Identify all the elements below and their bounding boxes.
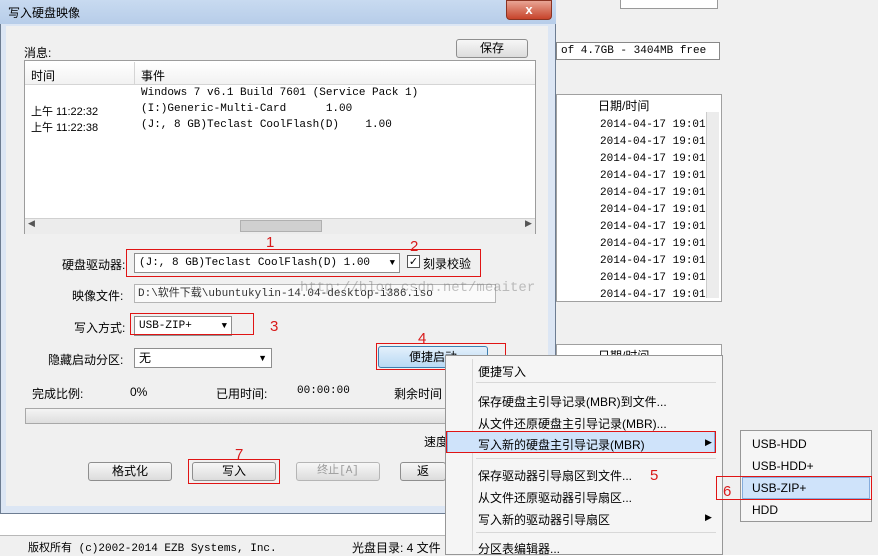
dialog-title: 写入硬盘映像 bbox=[8, 6, 81, 20]
bg-date-item: 2014-04-17 19:01 bbox=[600, 255, 706, 267]
close-button[interactable]: x bbox=[506, 0, 552, 20]
menu-item-partition-editor[interactable]: 分区表编辑器... bbox=[478, 540, 560, 557]
log-header-row bbox=[25, 62, 535, 85]
menu-gutter bbox=[472, 359, 473, 551]
watermark: http://blog.csdn.net/meaiter bbox=[300, 280, 536, 296]
stop-button[interactable]: 终止[A] bbox=[296, 462, 380, 481]
submenu-item-usb-hdd-plus[interactable]: USB-HDD+ bbox=[752, 459, 814, 473]
title-bar[interactable] bbox=[0, 0, 556, 24]
write-mode-label: 写入方式: bbox=[74, 321, 126, 335]
log-row-event: Windows 7 v6.1 Build 7601 (Service Pack … bbox=[141, 87, 419, 99]
scroll-right-arrow-icon[interactable]: ▶ bbox=[525, 218, 532, 229]
menu-item-write-mbr[interactable]: 写入新的硬盘主引导记录(MBR) bbox=[478, 436, 645, 453]
format-button[interactable]: 格式化 bbox=[88, 462, 172, 481]
messages-label: 消息: bbox=[24, 46, 52, 60]
menu-item-save-boot-sector[interactable]: 保存驱动器引导扇区到文件... bbox=[478, 467, 632, 484]
menu-item-quick-write[interactable]: 便捷写入 bbox=[478, 363, 526, 380]
capacity-bar: of 4.7GB - 3404MB free bbox=[556, 42, 720, 60]
menu-item-restore-boot-sector[interactable]: 从文件还原驱动器引导扇区... bbox=[478, 489, 632, 506]
highlight-box-7 bbox=[188, 459, 280, 484]
hidden-partition-select[interactable]: 无 ▼ bbox=[134, 348, 272, 368]
disk-drive-label: 硬盘驱动器: bbox=[62, 258, 126, 272]
log-header-time: 时间 bbox=[31, 69, 56, 83]
menu-separator bbox=[476, 532, 716, 533]
progress-label: 完成比例: bbox=[32, 387, 84, 401]
bg-date-item: 2014-04-17 19:01 bbox=[600, 221, 706, 233]
disc-directory-text: 光盘目录: 4 文件 bbox=[352, 541, 441, 555]
log-scroll-thumb[interactable] bbox=[240, 220, 322, 232]
log-row-time: 上午 11:22:32 bbox=[31, 106, 99, 118]
elapsed-label: 已用时间: bbox=[216, 387, 268, 401]
log-row-event: (J:, 8 GB)Teclast CoolFlash(D) 1.00 bbox=[141, 119, 392, 131]
submenu-item-usb-zip-plus[interactable]: USB-ZIP+ bbox=[752, 481, 806, 495]
bg-date-item: 2014-04-17 19:01 bbox=[600, 136, 706, 148]
menu-separator bbox=[476, 382, 716, 383]
menu-item-write-boot-sector[interactable]: 写入新的驱动器引导扇区 bbox=[478, 511, 610, 528]
scroll-left-arrow-icon[interactable]: ◀ bbox=[28, 218, 35, 229]
submenu-item-usb-hdd[interactable]: USB-HDD bbox=[752, 437, 807, 451]
progress-value: 0% bbox=[130, 385, 148, 399]
annotation-6: 6 bbox=[723, 483, 732, 500]
annotation-3: 3 bbox=[270, 318, 279, 335]
log-row-time: 上午 11:22:38 bbox=[31, 122, 99, 134]
bg-toolbar-fragment bbox=[620, 0, 718, 9]
bg-date-header: 日期/时间 bbox=[598, 99, 650, 113]
bg-date-item: 2014-04-17 19:01 bbox=[600, 272, 706, 284]
log-row-event: (I:)Generic-Multi-Card 1.00 bbox=[141, 103, 353, 115]
log-header-event: 事件 bbox=[141, 69, 166, 83]
bg-date-item: 2014-04-17 19:01 bbox=[600, 170, 706, 182]
annotation-5: 5 bbox=[650, 467, 659, 484]
bg-date-item: 2014-04-17 19:01 bbox=[600, 187, 706, 199]
bg-date-item: 2014-04-17 19:01 bbox=[600, 204, 706, 216]
return-button[interactable]: 返 bbox=[400, 462, 446, 481]
elapsed-value: 00:00:00 bbox=[297, 385, 350, 397]
annotation-2: 2 bbox=[410, 238, 419, 255]
menu-item-save-mbr[interactable]: 保存硬盘主引导记录(MBR)到文件... bbox=[478, 393, 667, 410]
submenu-item-hdd[interactable]: HDD bbox=[752, 503, 778, 517]
hidden-partition-value: 无 bbox=[139, 351, 152, 365]
hidden-partition-label: 隐藏启动分区: bbox=[48, 353, 124, 367]
highlight-box-3 bbox=[130, 313, 254, 335]
save-button[interactable]: 保存 bbox=[456, 39, 528, 58]
log-header-divider bbox=[134, 62, 135, 84]
menu-separator bbox=[476, 458, 716, 459]
annotation-4: 4 bbox=[418, 330, 427, 347]
remaining-label: 剩余时间 bbox=[394, 387, 443, 401]
bg-date-item: 2014-04-17 19:01 bbox=[600, 153, 706, 165]
submenu-arrow-icon: ▶ bbox=[705, 512, 712, 522]
annotation-7: 7 bbox=[235, 446, 244, 463]
bg-date-item: 2014-04-17 19:01 bbox=[600, 289, 706, 301]
submenu-arrow-icon: ▶ bbox=[705, 437, 712, 447]
highlight-box-1 bbox=[126, 249, 481, 277]
copyright-text: 版权所有 (c)2002-2014 EZB Systems, Inc. bbox=[28, 543, 277, 555]
chevron-down-icon: ▼ bbox=[258, 353, 267, 363]
bg-date-item: 2014-04-17 19:01 bbox=[600, 119, 706, 131]
bg-date-item: 2014-04-17 19:01 bbox=[600, 238, 706, 250]
bg-scrollbar[interactable] bbox=[706, 112, 719, 298]
menu-item-restore-mbr[interactable]: 从文件还原硬盘主引导记录(MBR)... bbox=[478, 415, 667, 432]
image-file-label: 映像文件: bbox=[72, 289, 124, 303]
annotation-1: 1 bbox=[266, 234, 275, 251]
